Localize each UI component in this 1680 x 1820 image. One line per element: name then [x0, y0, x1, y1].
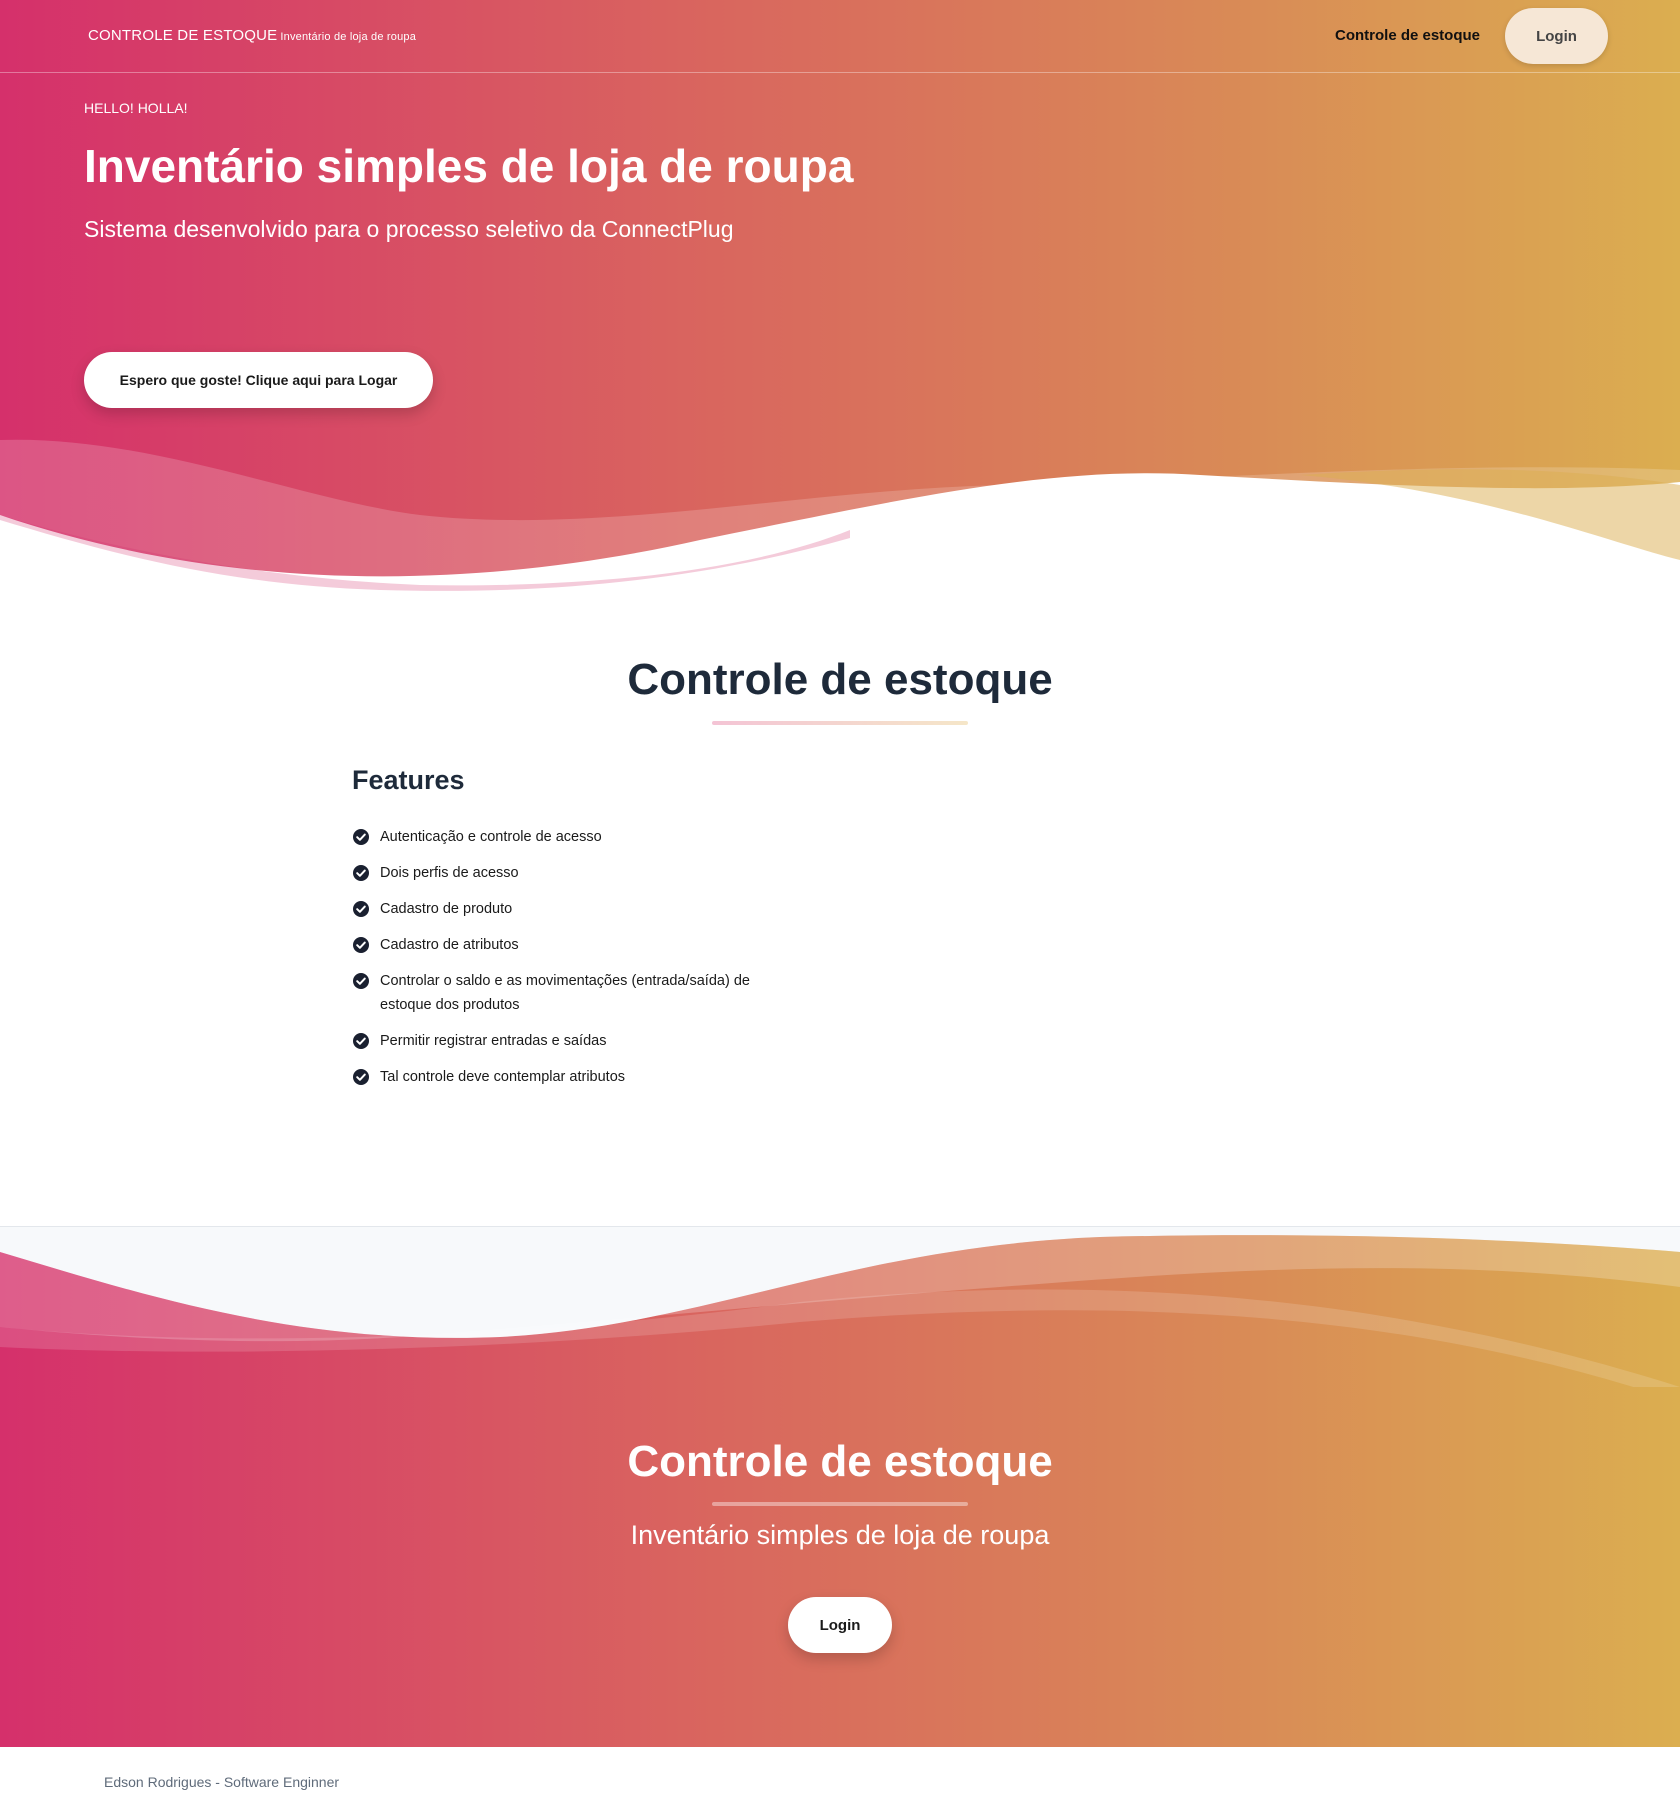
features-list: Autenticação e controle de acesso Dois p…: [352, 825, 792, 1101]
nav-login-button[interactable]: Login: [1505, 8, 1608, 64]
feature-text: Dois perfis de acesso: [380, 865, 519, 881]
footer-credit: Edson Rodrigues - Software Enginner: [104, 1774, 340, 1790]
footer-cta-subtitle: Inventário simples de loja de roupa: [630, 1520, 1050, 1550]
check-circle-icon: [353, 973, 369, 989]
footer-cta-section: Controle de estoque Inventário simples d…: [0, 1227, 1680, 1747]
main-section-title: Controle de estoque: [627, 655, 1053, 704]
feature-item: Autenticação e controle de acesso: [352, 825, 792, 849]
nav-link-controle-estoque[interactable]: Controle de estoque: [1335, 27, 1480, 44]
feature-item: Permitir registrar entradas e saídas: [352, 1029, 792, 1053]
check-circle-icon: [353, 1069, 369, 1085]
feature-text: Controlar o saldo e as movimentações (en…: [380, 973, 750, 1013]
footer-cta-underline: [712, 1502, 968, 1506]
features-heading: Features: [352, 765, 465, 795]
feature-item: Cadastro de produto: [352, 897, 792, 921]
hero-wave-decoration: [0, 439, 1680, 600]
check-circle-icon: [353, 937, 369, 953]
hero-cta-login-button[interactable]: Espero que goste! Clique aqui para Logar: [84, 352, 433, 408]
feature-text: Permitir registrar entradas e saídas: [380, 1033, 607, 1049]
feature-text: Tal controle deve contemplar atributos: [380, 1069, 626, 1085]
feature-item: Controlar o saldo e as movimentações (en…: [352, 969, 792, 1017]
check-circle-icon: [353, 865, 369, 881]
hero-eyebrow: HELLO! HOLLA!: [84, 100, 188, 116]
brand-title: CONTROLE DE ESTOQUE: [88, 27, 278, 44]
feature-item: Tal controle deve contemplar atributos: [352, 1065, 792, 1089]
brand-subtitle: Inventário de loja de roupa: [280, 31, 417, 43]
hero-title: Inventário simples de loja de roupa: [84, 140, 854, 192]
top-navbar: CONTROLE DE ESTOQUE Inventário de loja de…: [0, 0, 1680, 73]
check-circle-icon: [353, 901, 369, 917]
footer-wave-decoration: [0, 1227, 1680, 1387]
footer-cta-title: Controle de estoque: [627, 1437, 1053, 1486]
hero-section: CONTROLE DE ESTOQUE Inventário de loja de…: [0, 0, 1680, 600]
feature-item: Dois perfis de acesso: [352, 861, 792, 885]
feature-item: Cadastro de atributos: [352, 933, 792, 957]
footer-login-button[interactable]: Login: [788, 1597, 892, 1653]
main-title-underline: [712, 721, 968, 725]
feature-text: Cadastro de atributos: [380, 937, 519, 953]
feature-text: Autenticação e controle de acesso: [380, 829, 602, 845]
check-circle-icon: [353, 829, 369, 845]
hero-subtitle: Sistema desenvolvido para o processo sel…: [84, 216, 734, 242]
brand-logo[interactable]: CONTROLE DE ESTOQUE Inventário de loja de…: [88, 27, 416, 44]
check-circle-icon: [353, 1033, 369, 1049]
feature-text: Cadastro de produto: [380, 901, 513, 917]
